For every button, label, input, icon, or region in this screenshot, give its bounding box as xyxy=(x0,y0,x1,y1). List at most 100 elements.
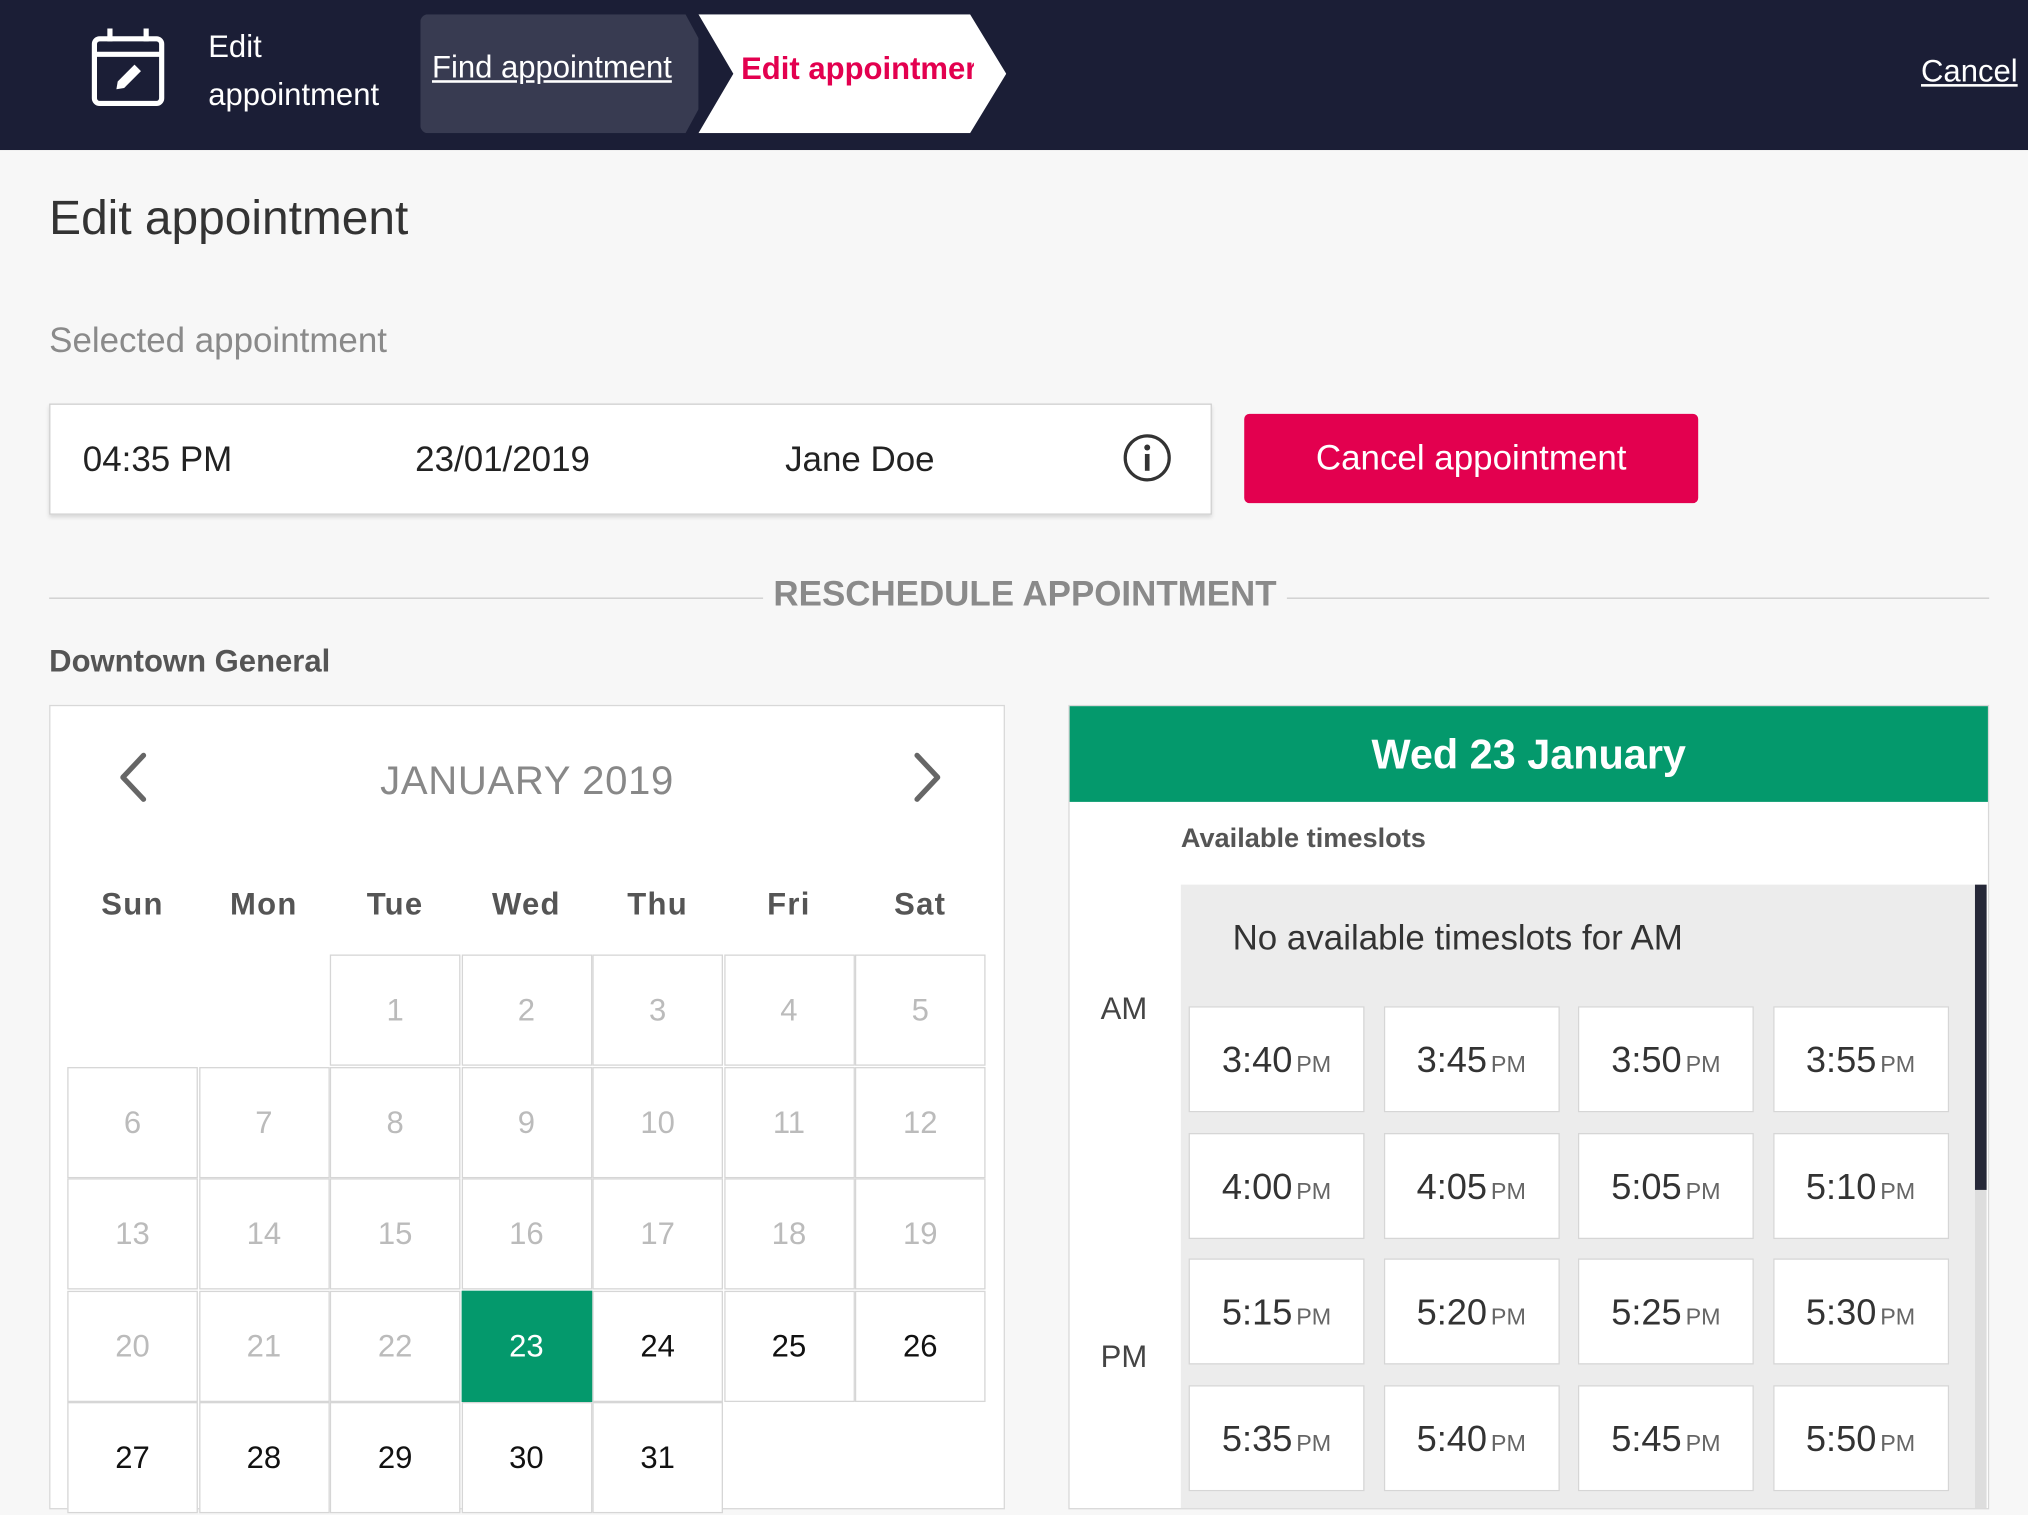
breadcrumb-edit-appointment: Edit appointmer xyxy=(698,14,1007,134)
breadcrumb-find-appointment[interactable]: Find appointment xyxy=(420,14,699,134)
reschedule-heading: RESCHEDULE APPOINTMENT xyxy=(763,574,1287,615)
timeslot-button[interactable]: 3:55 PM xyxy=(1772,1006,1949,1113)
calendar-day[interactable]: 28 xyxy=(198,1402,330,1514)
timeslot-button[interactable]: 5:25 PM xyxy=(1577,1258,1754,1365)
calendar-day: 11 xyxy=(723,1066,855,1178)
timeslot-button[interactable]: 5:35 PM xyxy=(1188,1384,1365,1491)
weekday-header: Sun xyxy=(101,887,164,923)
timeslot-time: 3:40 xyxy=(1221,1039,1293,1080)
timeslot-time: 4:00 xyxy=(1221,1165,1293,1207)
calendar-day: 8 xyxy=(329,1066,461,1178)
timeslot-suffix: PM xyxy=(1685,1051,1721,1078)
timeslot-time: 4:05 xyxy=(1416,1165,1488,1207)
timeslot-button[interactable]: 4:00 PM xyxy=(1188,1132,1365,1239)
timeslot-button[interactable]: 5:20 PM xyxy=(1383,1258,1560,1365)
timeslots-scrollbar-thumb[interactable] xyxy=(1974,884,1987,1190)
calendar-day: 7 xyxy=(198,1066,330,1178)
calendar-day: 16 xyxy=(461,1178,592,1290)
weekday-header: Fri xyxy=(767,887,811,923)
calendar-day: 10 xyxy=(592,1066,723,1178)
calendar-month-label: JANUARY 2019 xyxy=(380,757,674,804)
weekday-header: Thu xyxy=(627,887,689,923)
calendar-day[interactable]: 26 xyxy=(854,1290,986,1402)
timeslot-time: 3:45 xyxy=(1416,1039,1488,1080)
calendar-day: 18 xyxy=(723,1178,855,1290)
timeslot-button[interactable]: 5:40 PM xyxy=(1383,1384,1560,1491)
weekday-header: Sat xyxy=(894,887,947,923)
timeslot-suffix: PM xyxy=(1296,1303,1332,1330)
timeslot-time: 5:40 xyxy=(1416,1418,1488,1459)
timeslot-suffix: PM xyxy=(1880,1303,1916,1330)
weekday-header: Mon xyxy=(230,887,298,923)
pm-label: PM xyxy=(1100,1339,1148,1375)
calendar-day: 20 xyxy=(67,1290,198,1402)
breadcrumb-edit-label: Edit appointmer xyxy=(741,51,974,87)
timeslot-time: 3:55 xyxy=(1805,1039,1877,1080)
timeslot-button[interactable]: 3:45 PM xyxy=(1383,1006,1560,1113)
timeslot-button[interactable]: 3:50 PM xyxy=(1577,1006,1754,1113)
timeslot-button[interactable]: 5:50 PM xyxy=(1772,1384,1949,1491)
calendar-day: 2 xyxy=(461,954,592,1066)
calendar-day: 6 xyxy=(67,1066,198,1178)
calendar-day: 1 xyxy=(329,954,461,1066)
location-label: Downtown General xyxy=(49,644,331,680)
cancel-appointment-button[interactable]: Cancel appointment xyxy=(1244,413,1699,504)
timeslot-suffix: PM xyxy=(1296,1051,1332,1078)
selected-appointment-label: Selected appointment xyxy=(49,320,387,360)
appointment-name: Jane Doe xyxy=(785,439,935,479)
calendar-day[interactable]: 30 xyxy=(461,1402,592,1514)
timeslot-time: 5:10 xyxy=(1805,1165,1877,1207)
calendar-edit-icon xyxy=(91,28,165,107)
calendar-day[interactable]: 31 xyxy=(592,1402,723,1514)
timeslot-time: 5:35 xyxy=(1221,1418,1293,1459)
calendar-day-selected[interactable]: 23 xyxy=(461,1290,592,1402)
timeslot-time: 5:20 xyxy=(1416,1292,1488,1333)
timeslot-time: 5:50 xyxy=(1805,1418,1877,1459)
calendar-day: 4 xyxy=(723,954,855,1066)
calendar-day: 13 xyxy=(67,1178,198,1290)
top-bar: Edit appointment Find appointment Edit a… xyxy=(0,0,2028,151)
appointment-date: 23/01/2019 xyxy=(415,439,590,479)
calendar-day: 5 xyxy=(854,954,986,1066)
timeslot-suffix: PM xyxy=(1296,1429,1332,1456)
timeslot-button[interactable]: 4:05 PM xyxy=(1383,1132,1560,1239)
calendar-day: 15 xyxy=(329,1178,461,1290)
calendar-day: 21 xyxy=(198,1290,330,1402)
timeslot-suffix: PM xyxy=(1490,1177,1526,1204)
selected-appointment-card: 04:35 PM 23/01/2019 Jane Doe xyxy=(49,403,1212,515)
timeslot-suffix: PM xyxy=(1880,1429,1916,1456)
timeslot-time: 5:30 xyxy=(1805,1292,1877,1333)
timeslot-time: 5:25 xyxy=(1611,1292,1682,1333)
timeslot-button[interactable]: 5:30 PM xyxy=(1772,1258,1949,1365)
calendar-day: 9 xyxy=(461,1066,592,1178)
timeslot-button[interactable]: 5:10 PM xyxy=(1772,1132,1949,1239)
calendar-day[interactable]: 24 xyxy=(592,1290,723,1402)
timeslot-suffix: PM xyxy=(1490,1303,1526,1330)
timeslot-button[interactable]: 3:40 PM xyxy=(1188,1006,1365,1113)
timeslot-time: 5:45 xyxy=(1611,1418,1682,1459)
calendar-day: 22 xyxy=(329,1290,461,1402)
timeslot-button[interactable]: 5:45 PM xyxy=(1577,1384,1754,1491)
timeslot-button[interactable]: 5:05 PM xyxy=(1577,1132,1754,1239)
timeslot-suffix: PM xyxy=(1685,1429,1721,1456)
timeslot-suffix: PM xyxy=(1880,1177,1916,1204)
timeslot-suffix: PM xyxy=(1490,1429,1526,1456)
no-am-timeslots-message: No available timeslots for AM xyxy=(1232,918,1683,958)
calendar-day: 3 xyxy=(592,954,723,1066)
calendar-day[interactable]: 27 xyxy=(67,1402,198,1514)
cancel-link[interactable]: Cancel xyxy=(1921,54,2018,90)
info-icon[interactable] xyxy=(1123,433,1172,482)
am-label: AM xyxy=(1100,992,1148,1027)
timeslot-suffix: PM xyxy=(1296,1177,1332,1204)
available-timeslots-label: Available timeslots xyxy=(1180,823,1426,854)
app-root: Edit appointment Find appointment Edit a… xyxy=(0,0,2028,1514)
calendar-day: 14 xyxy=(198,1178,330,1290)
timeslot-suffix: PM xyxy=(1685,1303,1721,1330)
chevron-right-icon[interactable] xyxy=(899,745,951,810)
breadcrumb-find-label[interactable]: Find appointment xyxy=(432,50,672,86)
calendar-day: 19 xyxy=(854,1178,986,1290)
timeslot-button[interactable]: 5:15 PM xyxy=(1188,1258,1365,1365)
timeslots-panel: Wed 23 January Available timeslots AM PM… xyxy=(1068,704,1990,1510)
calendar-day[interactable]: 25 xyxy=(723,1290,855,1402)
calendar-day[interactable]: 29 xyxy=(329,1402,461,1514)
